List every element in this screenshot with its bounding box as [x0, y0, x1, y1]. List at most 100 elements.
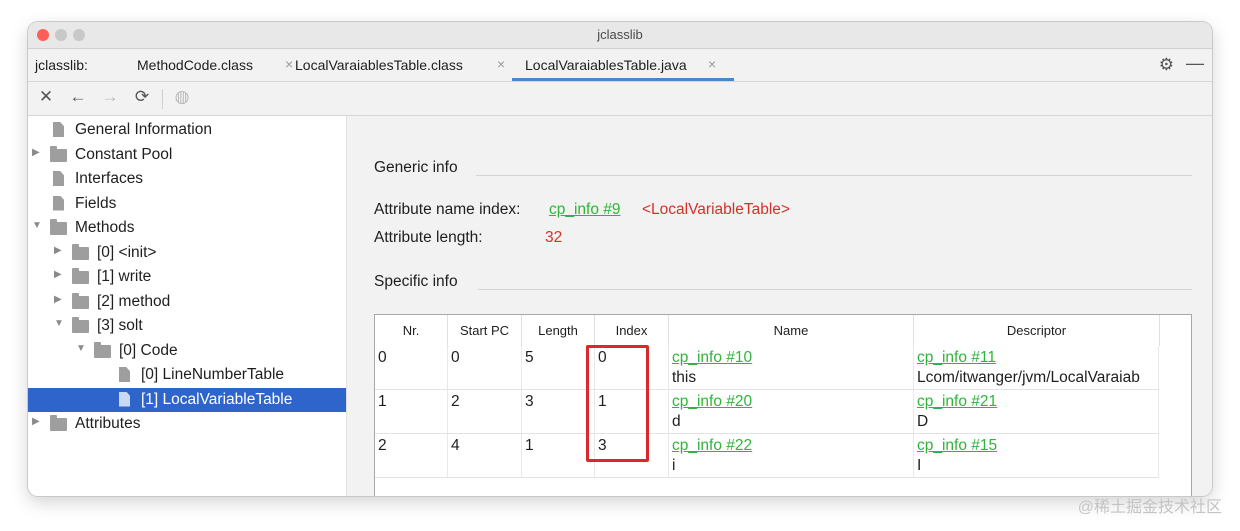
arrow-left-icon[interactable]: ← [67, 87, 89, 107]
table-cell-start-pc: 4 [448, 434, 522, 478]
tab-label: LocalVaraiablesTable.class [295, 57, 463, 73]
gear-icon[interactable]: ⚙ [1159, 55, 1174, 75]
folder-icon [72, 243, 89, 260]
cp-info-link[interactable]: cp_info #9 [549, 201, 621, 219]
folder-icon [50, 145, 67, 162]
close-icon[interactable]: ✕ [35, 87, 57, 107]
tree-item[interactable]: ▼ [3] solt [28, 314, 346, 338]
tree-item-label: [1] write [97, 268, 152, 285]
tree-item[interactable]: [1] LocalVariableTable [28, 387, 346, 412]
table-cell-name: cp_info #10 this [669, 346, 914, 390]
tree-item[interactable]: ▶ [2] method [28, 290, 346, 314]
chevron-right-icon[interactable]: ▶ [54, 245, 62, 256]
window-title: jclasslib [597, 27, 643, 42]
chevron-right-icon[interactable]: ▶ [32, 416, 40, 427]
tree-item-label: [3] solt [97, 317, 143, 334]
table-cell-descriptor: cp_info #21 D [914, 390, 1159, 434]
folder-icon [50, 415, 67, 431]
table-cell-descriptor: cp_info #11 Lcom/itwanger/jvm/LocalVaraia… [914, 346, 1159, 390]
divider [476, 175, 1192, 176]
chevron-down-icon[interactable]: ▼ [54, 318, 64, 329]
col-header-descriptor[interactable]: Descriptor [914, 315, 1160, 346]
cp-info-link[interactable]: cp_info #11 [917, 349, 996, 367]
refresh-icon[interactable]: ⟳ [131, 87, 153, 107]
tab-prefix: jclasslib: [35, 57, 88, 73]
file-icon [53, 171, 64, 186]
col-header-start-pc[interactable]: Start PC [448, 315, 522, 346]
globe-icon[interactable]: ◍ [171, 87, 193, 107]
cell-value: 2 [378, 437, 387, 454]
tree-item-label: Attributes [75, 415, 141, 432]
cell-value: D [917, 413, 929, 430]
col-header-index[interactable]: Index [595, 315, 669, 346]
tree-item[interactable]: ▶ Constant Pool [28, 143, 346, 167]
attribute-name-value: <LocalVariableTable> [642, 201, 790, 218]
app-window: jclasslib jclasslib: MethodCode.class × … [28, 22, 1212, 496]
tree-item[interactable]: Fields [28, 192, 346, 216]
cell-value: i [672, 457, 676, 474]
folder-icon [72, 268, 89, 284]
tree-item[interactable]: ▶ Attributes [28, 412, 346, 436]
cp-info-link[interactable]: cp_info #22 [672, 437, 752, 455]
tree-item[interactable]: General Information [28, 118, 346, 142]
table-cell-length: 3 [522, 390, 595, 434]
toolbar: ✕ ← → ⟳ ◍ [28, 82, 1212, 116]
tree-item[interactable]: ▼ [0] Code [28, 339, 346, 363]
folder-icon [50, 219, 67, 235]
file-icon [119, 391, 130, 407]
tab-label: LocalVaraiablesTable.java [525, 57, 687, 73]
tree-item-label: Fields [75, 194, 117, 212]
cp-info-link[interactable]: cp_info #10 [672, 349, 752, 367]
tree-item[interactable]: ▼ Methods [28, 216, 346, 240]
cell-value: 5 [525, 349, 534, 366]
tree-item[interactable]: [0] LineNumberTable [28, 363, 346, 387]
attribute-name-index-label: Attribute name index: [374, 201, 521, 218]
arrow-right-icon[interactable]: → [99, 87, 121, 107]
minimize-icon[interactable]: — [1186, 53, 1204, 74]
tree-item[interactable]: ▶ [1] write [28, 265, 346, 289]
tree-item-label: [1] LocalVariableTable [141, 390, 293, 408]
cp-info-link[interactable]: cp_info #20 [672, 393, 752, 411]
tree-item-label: Methods [75, 219, 135, 236]
folder-icon [94, 341, 111, 358]
tab-label: MethodCode.class [137, 57, 253, 73]
chevron-down-icon[interactable]: ▼ [76, 343, 86, 354]
cp-info-link[interactable]: cp_info #21 [917, 393, 997, 411]
cell-value: I [917, 457, 922, 474]
tab-methodcode-class[interactable]: MethodCode.class × [127, 49, 302, 81]
table-cell-length: 1 [522, 434, 595, 478]
tree-item[interactable]: ▶ [0] <init> [28, 241, 346, 265]
col-header-length[interactable]: Length [522, 315, 595, 346]
chevron-right-icon[interactable]: ▶ [54, 294, 62, 305]
col-header-nr[interactable]: Nr. [375, 315, 448, 346]
cp-info-link[interactable]: cp_info #15 [917, 437, 997, 455]
watermark: @稀土掘金技术社区 [1077, 499, 1222, 516]
cell-value: 1 [378, 393, 387, 410]
cell-value: 3 [525, 393, 534, 410]
attribute-length-value: 32 [545, 229, 563, 246]
folder-icon [72, 317, 89, 333]
cell-value: d [672, 413, 681, 430]
col-header-name[interactable]: Name [669, 315, 914, 346]
cell-value: 2 [451, 393, 460, 410]
tree-item-label: Constant Pool [75, 145, 173, 163]
table-cell-nr: 0 [375, 346, 448, 390]
tree-item-label: [0] LineNumberTable [141, 366, 285, 383]
tree-item-label: General Information [75, 121, 212, 138]
tab-localvaraiablestable-class[interactable]: LocalVaraiablesTable.class × [285, 49, 510, 81]
tree-item-label: [0] Code [119, 341, 178, 359]
table-cell-descriptor: cp_info #15 I [914, 434, 1159, 478]
tab-localvaraiablestable-java[interactable]: LocalVaraiablesTable.java × [512, 49, 734, 81]
specific-info-header: Specific info [374, 273, 458, 290]
cell-value: 1 [525, 437, 534, 454]
tab-bar: jclasslib: MethodCode.class × LocalVarai… [28, 49, 1212, 82]
table-cell-start-pc: 0 [448, 346, 522, 390]
close-icon[interactable]: × [497, 56, 505, 72]
close-icon[interactable]: × [708, 56, 716, 72]
chevron-down-icon[interactable]: ▼ [32, 220, 42, 231]
cell-value: 0 [451, 349, 460, 366]
chevron-right-icon[interactable]: ▶ [54, 269, 62, 280]
table-cell-length: 5 [522, 346, 595, 390]
tree-item[interactable]: Interfaces [28, 167, 346, 191]
chevron-right-icon[interactable]: ▶ [32, 147, 40, 158]
